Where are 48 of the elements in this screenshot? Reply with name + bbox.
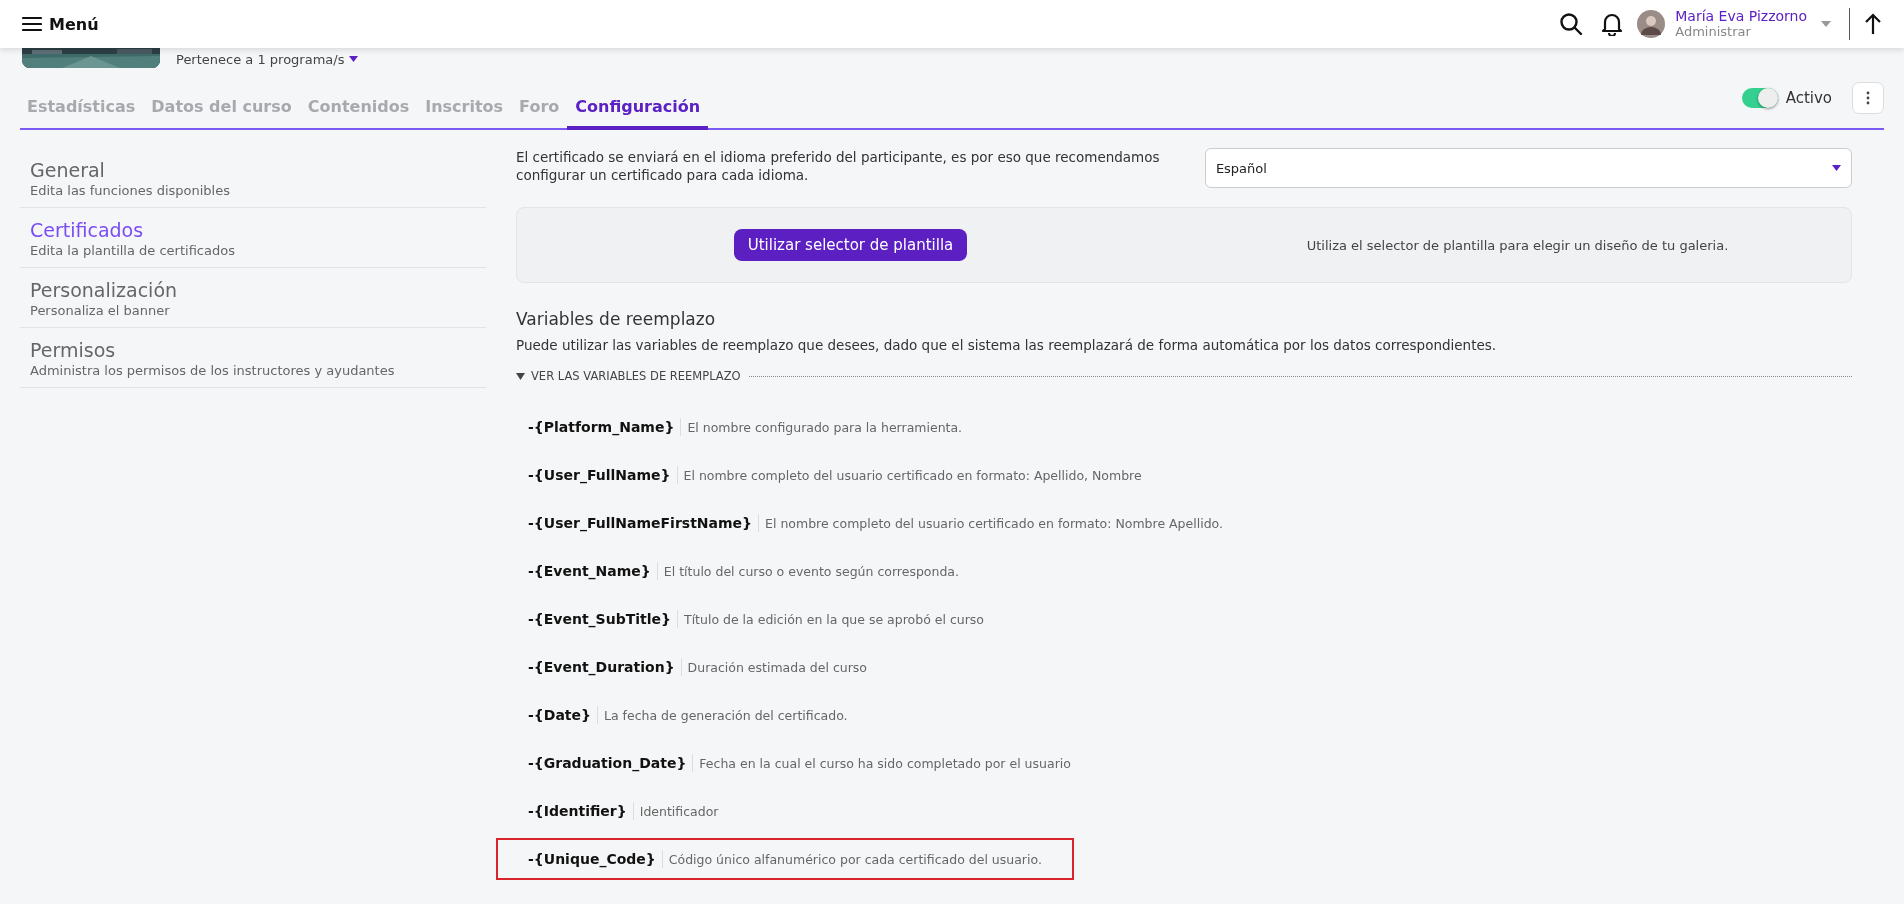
variable-description: La fecha de generación del certificado. xyxy=(604,707,848,723)
menu-button[interactable]: Menú xyxy=(22,14,99,34)
template-selector-button[interactable]: Utilizar selector de plantilla xyxy=(733,229,968,261)
sidebar-item[interactable]: General Edita las funciones disponibles xyxy=(20,148,486,208)
variable-name: -{Event_SubTitle} xyxy=(528,611,671,627)
variable-description: El nombre configurado para la herramienta. xyxy=(687,419,963,435)
variable-description: Identificador xyxy=(639,803,719,819)
avatar-icon[interactable] xyxy=(1637,10,1666,38)
triangle-icon xyxy=(516,372,525,380)
caret-icon[interactable] xyxy=(1821,21,1831,27)
variable-name: -{Identifier} xyxy=(528,803,627,819)
variable-description: Duración estimada del curso xyxy=(687,659,867,675)
variable-name: -{User_FullNameFirstName} xyxy=(528,515,753,531)
program-link[interactable]: Pertenece a 1 programa/s xyxy=(176,51,359,67)
caret-icon xyxy=(349,56,359,62)
variable-description: Fecha en la cual el curso ha sido completado por el usuario xyxy=(699,755,1071,771)
language-select[interactable]: Español xyxy=(1204,148,1852,188)
variable-name: -{Event_Name} xyxy=(528,563,651,579)
bell-icon[interactable] xyxy=(1601,12,1624,36)
user-role: Administrar xyxy=(1675,24,1752,40)
variables-toggle[interactable]: VER LAS VARIABLES DE REEMPLAZO xyxy=(516,369,741,383)
variable-name: -{Event_Duration} xyxy=(528,659,675,675)
toggle-switch[interactable] xyxy=(1741,88,1778,108)
section-description: Puede utilizar las variables de reemplazo que desees, dado que el sistema las reemplazará de forma automática por los datos correspondientes. xyxy=(516,337,1498,353)
sidebar-item[interactable]: Permisos Administra los permisos de los instructores y ayudantes xyxy=(20,328,486,388)
variable-name: -{Platform_Name} xyxy=(528,419,675,435)
variable-name: -{User_FullName} xyxy=(528,467,671,483)
arrow-up-icon[interactable] xyxy=(1864,13,1882,35)
language-note: El certificado se enviará en el idioma preferido del participante, es por eso que recomendamos configurar un certificado para cada idioma. xyxy=(516,148,1161,184)
status-label: Activo xyxy=(1785,89,1832,107)
variable-description: El título del curso o evento según corresponda. xyxy=(663,563,959,579)
variable-description: Código único alfanumérico por cada certificado del usuario. xyxy=(668,851,1042,867)
variable-name: -{Graduation_Date} xyxy=(528,755,687,771)
more-icon xyxy=(1866,91,1870,105)
variable-description: El nombre completo del usuario certificado en formato: Apellido, Nombre xyxy=(683,467,1142,483)
variable-name: -{Unique_Code} xyxy=(528,851,656,867)
caret-icon xyxy=(1832,165,1841,171)
sidebar-item[interactable]: Certificados Edita la plantilla de certificados xyxy=(20,208,486,268)
section-title: Variables de reemplazo xyxy=(516,309,717,329)
search-icon[interactable] xyxy=(1559,12,1584,36)
variable-name: -{Date} xyxy=(528,707,591,723)
tab[interactable]: Configuración xyxy=(567,89,709,130)
variable-description: Título de la edición en la que se aprobó el curso xyxy=(684,611,984,627)
sidebar-item[interactable]: Personalización Personaliza el banner xyxy=(20,268,486,328)
menu-icon xyxy=(22,16,42,32)
template-hint: Utiliza el selector de plantilla para elegir un diseño de tu galeria. xyxy=(1306,237,1729,253)
user-name[interactable]: María Eva Pizzorno xyxy=(1675,8,1807,24)
variable-description: El nombre completo del usuario certificado en formato: Nombre Apellido. xyxy=(765,515,1223,531)
